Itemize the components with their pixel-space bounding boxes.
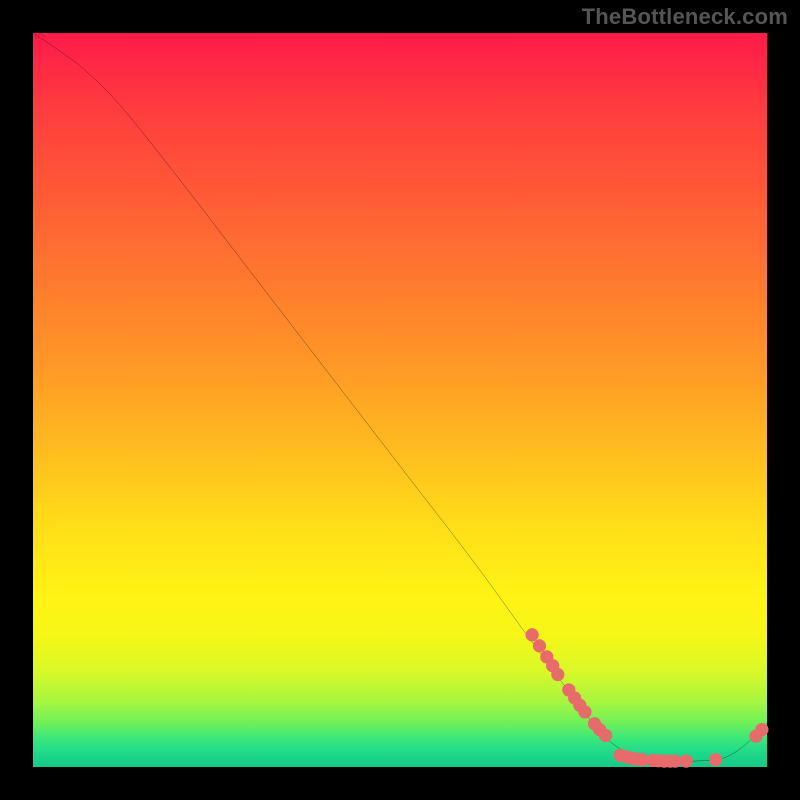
data-point [709,753,722,766]
data-point [680,755,693,768]
watermark-label: TheBottleneck.com [582,4,788,30]
data-point [599,729,612,742]
data-point [551,668,564,681]
chart-frame: TheBottleneck.com [0,0,800,800]
data-points-group [526,628,769,767]
plot-svg [33,33,767,767]
data-point [755,723,768,736]
data-point [533,639,546,652]
data-point [578,705,591,718]
data-point [526,628,539,641]
bottleneck-curve [33,33,767,762]
